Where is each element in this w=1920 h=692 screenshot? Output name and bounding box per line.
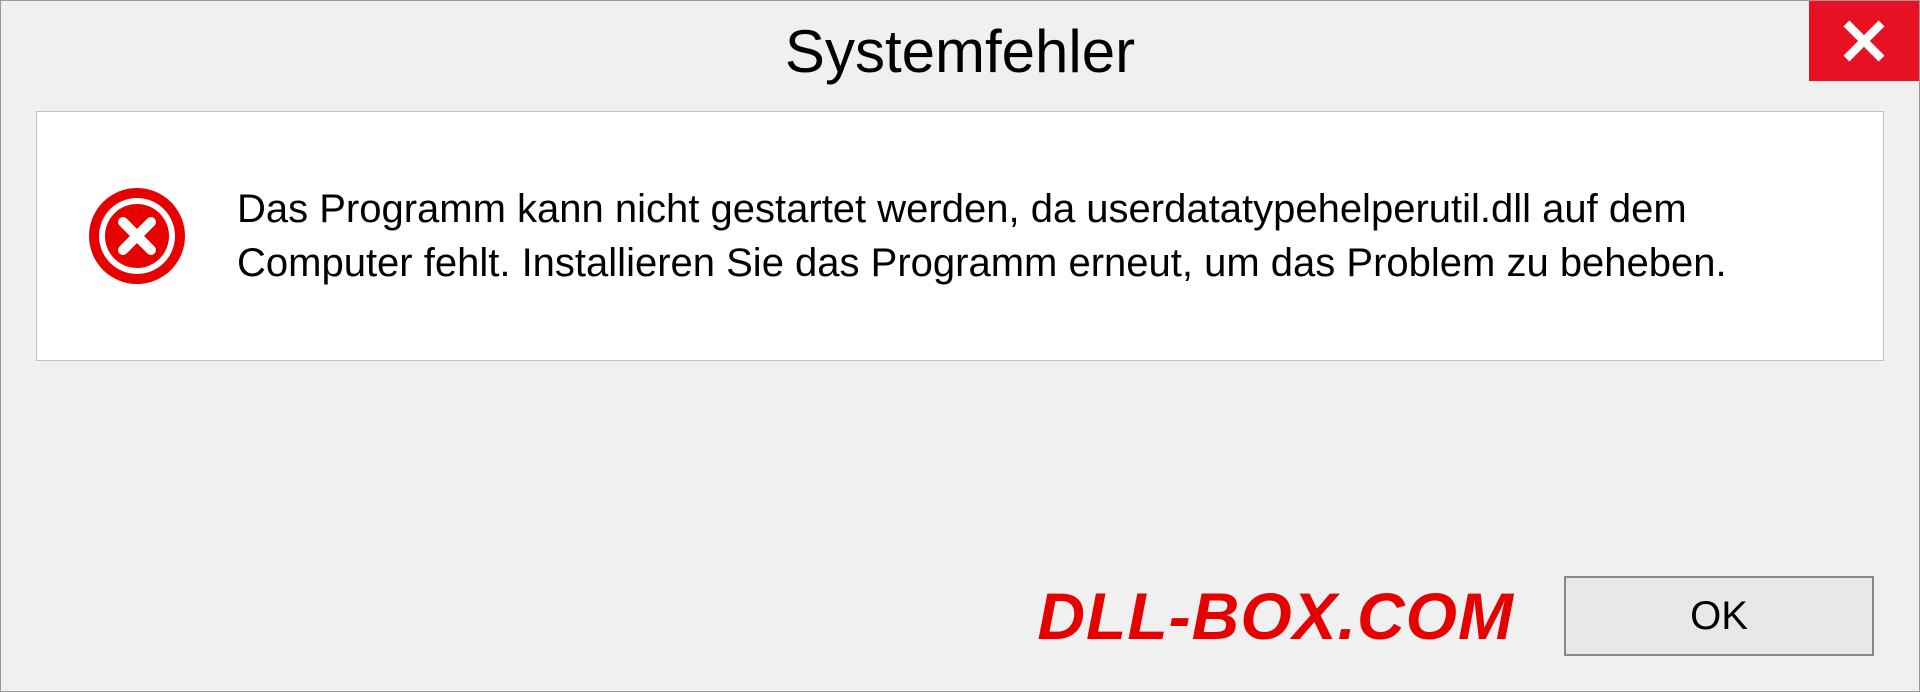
close-button[interactable] <box>1809 1 1919 81</box>
message-panel: Das Programm kann nicht gestartet werden… <box>36 111 1884 361</box>
ok-button[interactable]: OK <box>1564 576 1874 656</box>
titlebar: Systemfehler <box>1 1 1919 101</box>
error-icon <box>87 186 187 286</box>
watermark-text: DLL-BOX.COM <box>1037 578 1514 654</box>
error-message: Das Programm kann nicht gestartet werden… <box>237 182 1823 290</box>
dialog-footer: DLL-BOX.COM OK <box>1 541 1919 691</box>
close-icon <box>1842 19 1886 63</box>
dialog-title: Systemfehler <box>785 17 1135 86</box>
